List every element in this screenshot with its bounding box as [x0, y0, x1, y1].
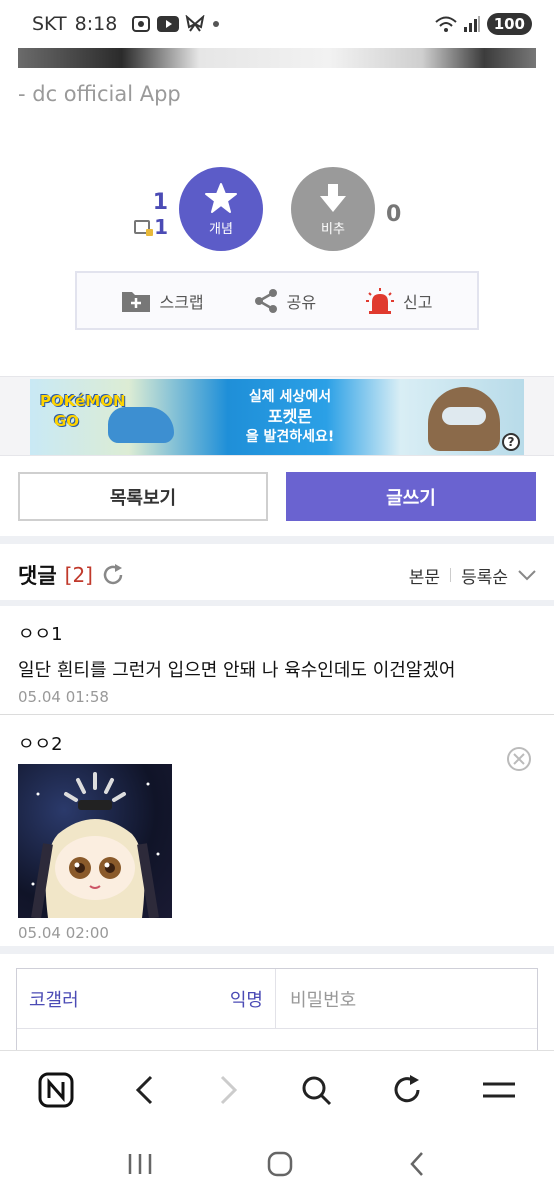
siren-icon [366, 287, 395, 314]
share-button[interactable]: 공유 [253, 288, 316, 314]
anonymous-toggle[interactable]: 익명 [230, 986, 263, 1012]
report-label: 신고 [403, 292, 433, 312]
comment-date: 05.04 02:00 [18, 924, 109, 942]
status-left: SKT 8:18 [32, 13, 221, 35]
share-label: 공유 [286, 292, 317, 312]
sort-order-button[interactable]: 등록순 [461, 563, 508, 588]
back-icon[interactable] [407, 1151, 427, 1177]
comment-form: 코갤러 익명 비밀번호 [16, 968, 538, 1058]
reload-icon[interactable] [391, 1074, 423, 1106]
ad-lapras-illustration [108, 407, 174, 443]
forward-arrow-icon[interactable] [216, 1074, 240, 1106]
sort-separator [450, 568, 452, 582]
nickname-field[interactable]: 코갤러 익명 [17, 969, 276, 1028]
ad-line3: 을 발견하세요! [245, 429, 335, 445]
clock: 8:18 [74, 13, 118, 35]
refresh-icon[interactable] [101, 563, 125, 587]
post-signature: - dc official App [18, 82, 181, 106]
fixed-user-icon [134, 220, 154, 236]
scrap-label: 스크랩 [159, 292, 204, 312]
star-icon [205, 182, 237, 213]
up-count: 1 [152, 190, 168, 215]
status-bar: SKT 8:18 100 [0, 0, 554, 48]
recommend-counts: 1 1 [124, 190, 168, 239]
ad-text: 실제 세상에서 포켓몬 을 발견하세요! [210, 387, 370, 447]
ad-area: POKéMON GO 실제 세상에서 포켓몬 을 발견하세요! ? [0, 376, 554, 456]
comments-end-divider [0, 946, 554, 954]
ad-help-icon[interactable]: ? [502, 433, 520, 451]
naver-n-icon[interactable] [38, 1072, 74, 1108]
pokemon-go-ad[interactable]: POKéMON GO 실제 세상에서 포켓몬 을 발견하세요! ? [30, 379, 524, 455]
status-right: 100 [435, 13, 532, 35]
folder-plus-icon [122, 291, 151, 312]
upvote-button[interactable]: 개념 [179, 167, 263, 251]
signal-icon [463, 16, 480, 32]
comment-author[interactable]: ㅇㅇ1 [18, 620, 536, 646]
nickname-value: 코갤러 [29, 989, 79, 1011]
battery-indicator: 100 [486, 13, 532, 35]
write-button[interactable]: 글쓰기 [286, 472, 536, 521]
ad-logo-line1: POKéMON [40, 392, 126, 410]
comments-count: [2] [64, 563, 93, 587]
back-arrow-icon[interactable] [133, 1074, 157, 1106]
search-icon[interactable] [300, 1074, 332, 1106]
arrow-down-icon [320, 183, 346, 212]
comment-form-row: 코갤러 익명 비밀번호 [17, 969, 537, 1029]
comment-sticker-image [31, 772, 160, 918]
comments-header: 댓글 [2] 본문 등록순 [0, 548, 554, 602]
upvote-label: 개념 [209, 221, 233, 237]
comment-author[interactable]: ㅇㅇ2 [18, 730, 536, 756]
delete-comment-icon[interactable] [506, 746, 532, 772]
carrier-label: SKT [32, 13, 67, 35]
recent-apps-icon[interactable] [127, 1152, 153, 1176]
notification-icons [131, 15, 221, 33]
wifi-icon [435, 16, 457, 32]
down-count: 0 [386, 202, 402, 227]
butterfly-icon [185, 15, 205, 32]
youtube-icon [157, 16, 180, 32]
ad-mamoswine-illustration [428, 387, 500, 451]
screenshot-icon [132, 16, 151, 32]
comment-date: 05.04 01:58 [18, 688, 109, 706]
comments-header-divider [0, 600, 554, 606]
comment-divider [0, 714, 554, 715]
menu-icon[interactable] [482, 1078, 516, 1102]
dot-icon [213, 21, 220, 27]
browser-toolbar [0, 1050, 554, 1128]
fixed-up-count: 1 [154, 215, 168, 239]
password-field[interactable]: 비밀번호 [276, 969, 537, 1028]
report-button[interactable]: 신고 [365, 287, 433, 315]
share-icon [254, 288, 277, 313]
sort-controls: 본문 등록순 [409, 563, 536, 588]
post-actions: 스크랩 공유 신고 [75, 271, 479, 330]
comment-body: 일단 흰티를 그런거 입으면 안돼 나 육수인데도 이건알겠어 [18, 660, 456, 681]
downvote-label: 비추 [321, 221, 345, 237]
list-button[interactable]: 목록보기 [18, 472, 268, 521]
comment-item: ㅇㅇ1 일단 흰티를 그런거 입으면 안돼 나 육수인데도 이건알겠어 05.0… [0, 620, 554, 706]
chevron-down-icon[interactable] [518, 569, 536, 581]
comment-item: ㅇㅇ2 05.04 02:00 [0, 730, 554, 942]
comment-image[interactable] [18, 764, 172, 918]
comments-title: 댓글 [18, 564, 57, 588]
downvote-button[interactable]: 비추 [291, 167, 375, 251]
sort-main-button[interactable]: 본문 [409, 563, 440, 588]
ad-line2: 포켓몬 [267, 407, 313, 426]
scrap-button[interactable]: 스크랩 [121, 289, 204, 313]
home-icon[interactable] [267, 1151, 293, 1177]
fixed-up-count-row: 1 [124, 215, 168, 239]
system-navigation-bar [0, 1128, 554, 1200]
ad-line1: 실제 세상에서 [248, 389, 332, 405]
section-divider [0, 536, 554, 544]
